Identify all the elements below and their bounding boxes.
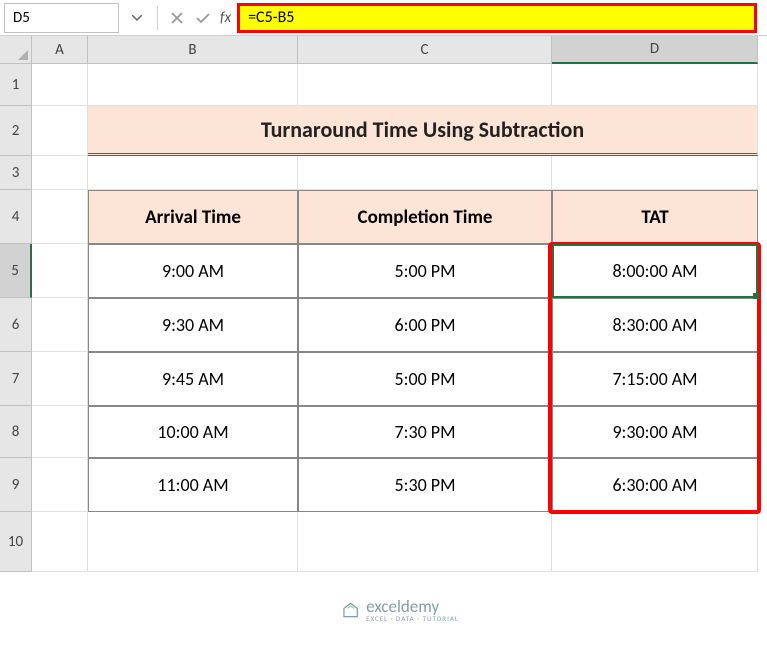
- cell-D9[interactable]: 6:30:00 AM: [552, 458, 758, 512]
- cell-A7[interactable]: [32, 352, 88, 406]
- name-box-dropdown[interactable]: [123, 3, 151, 33]
- cell-A8[interactable]: [32, 406, 88, 458]
- cancel-formula-button[interactable]: [164, 3, 190, 33]
- cell-B1[interactable]: [88, 64, 298, 106]
- formula-text: =C5-B5: [248, 8, 294, 27]
- column-headers: A B C D: [32, 36, 767, 64]
- row-header-7[interactable]: 7: [0, 352, 32, 406]
- cell-A1[interactable]: [32, 64, 88, 106]
- watermark: exceldemy EXCEL · DATA · TUTORIAL: [340, 598, 459, 622]
- cell-A3[interactable]: [32, 156, 88, 190]
- cell-D5[interactable]: 8:00:00 AM: [552, 244, 758, 298]
- cell-B5[interactable]: 9:00 AM: [88, 244, 298, 298]
- col-header-A[interactable]: A: [32, 36, 88, 64]
- table-row: 9:00 AM 5:00 PM 8:00:00 AM: [32, 244, 767, 298]
- row-header-6[interactable]: 6: [0, 298, 32, 352]
- cell-B10[interactable]: [88, 512, 298, 572]
- row-header-9[interactable]: 9: [0, 458, 32, 512]
- row-header-3[interactable]: 3: [0, 156, 32, 190]
- cell-A5[interactable]: [32, 244, 88, 298]
- divider: [157, 6, 158, 30]
- logo-icon: [340, 600, 360, 620]
- cell-B8[interactable]: 10:00 AM: [88, 406, 298, 458]
- table-row: 10:00 AM 7:30 PM 9:30:00 AM: [32, 406, 767, 458]
- cells-area: Turnaround Time Using Subtraction Arriva…: [32, 64, 767, 646]
- formula-bar: D5 fx =C5-B5: [0, 0, 767, 36]
- col-header-D[interactable]: D: [552, 36, 758, 64]
- spreadsheet: 1 2 3 4 5 6 7 8 9 10 A B C D: [0, 36, 767, 646]
- cell-D3[interactable]: [552, 156, 758, 190]
- cell-A4[interactable]: [32, 190, 88, 244]
- cell-A9[interactable]: [32, 458, 88, 512]
- name-box-value: D5: [13, 9, 30, 27]
- table-row: 11:00 AM 5:30 PM 6:30:00 AM: [32, 458, 767, 512]
- table-row: 9:45 AM 5:00 PM 7:15:00 AM: [32, 352, 767, 406]
- watermark-sub: EXCEL · DATA · TUTORIAL: [366, 615, 459, 622]
- row-header-10[interactable]: 10: [0, 512, 32, 572]
- x-icon: [171, 12, 183, 24]
- cell-D1[interactable]: [552, 64, 758, 106]
- cell-C5[interactable]: 5:00 PM: [298, 244, 552, 298]
- table-row: 9:30 AM 6:00 PM 8:30:00 AM: [32, 298, 767, 352]
- cell-B3[interactable]: [88, 156, 298, 190]
- select-all-corner[interactable]: [0, 36, 32, 64]
- cell-C6[interactable]: 6:00 PM: [298, 298, 552, 352]
- cell-C8[interactable]: 7:30 PM: [298, 406, 552, 458]
- check-icon: [196, 12, 210, 24]
- col-header-B[interactable]: B: [88, 36, 298, 64]
- formula-highlight-box: =C5-B5: [237, 3, 757, 33]
- cell-D10[interactable]: [552, 512, 758, 572]
- enter-formula-button[interactable]: [190, 3, 216, 33]
- chevron-down-icon: [132, 15, 142, 21]
- cell-C1[interactable]: [298, 64, 552, 106]
- grid-row: [32, 156, 767, 190]
- grid-row: [32, 64, 767, 106]
- formula-input[interactable]: =C5-B5: [240, 6, 754, 30]
- name-box[interactable]: D5: [4, 3, 119, 33]
- grid-row: Turnaround Time Using Subtraction: [32, 106, 767, 156]
- header-tat[interactable]: TAT: [552, 190, 758, 244]
- cell-B9[interactable]: 11:00 AM: [88, 458, 298, 512]
- fx-label[interactable]: fx: [220, 9, 231, 27]
- cell-D6[interactable]: 8:30:00 AM: [552, 298, 758, 352]
- cell-C9[interactable]: 5:30 PM: [298, 458, 552, 512]
- header-completion[interactable]: Completion Time: [298, 190, 552, 244]
- col-header-C[interactable]: C: [298, 36, 552, 64]
- row-header-4[interactable]: 4: [0, 190, 32, 244]
- header-arrival[interactable]: Arrival Time: [88, 190, 298, 244]
- grid-row: Arrival Time Completion Time TAT: [32, 190, 767, 244]
- grid-row: [32, 512, 767, 572]
- cell-A2[interactable]: [32, 106, 88, 156]
- cell-A6[interactable]: [32, 298, 88, 352]
- cell-C7[interactable]: 5:00 PM: [298, 352, 552, 406]
- row-header-8[interactable]: 8: [0, 406, 32, 458]
- row-header-column: 1 2 3 4 5 6 7 8 9 10: [0, 36, 32, 646]
- row-header-5[interactable]: 5: [0, 244, 32, 298]
- cell-D7[interactable]: 7:15:00 AM: [552, 352, 758, 406]
- cell-C3[interactable]: [298, 156, 552, 190]
- cell-B7[interactable]: 9:45 AM: [88, 352, 298, 406]
- row-header-2[interactable]: 2: [0, 106, 32, 156]
- row-header-1[interactable]: 1: [0, 64, 32, 106]
- watermark-main: exceldemy: [366, 598, 459, 615]
- cell-B6[interactable]: 9:30 AM: [88, 298, 298, 352]
- cell-D8[interactable]: 9:30:00 AM: [552, 406, 758, 458]
- grid-main: A B C D Turnaround Time Using Subtractio…: [32, 36, 767, 646]
- watermark-text: exceldemy EXCEL · DATA · TUTORIAL: [366, 598, 459, 622]
- cell-A10[interactable]: [32, 512, 88, 572]
- title-cell[interactable]: Turnaround Time Using Subtraction: [88, 106, 758, 156]
- cell-C10[interactable]: [298, 512, 552, 572]
